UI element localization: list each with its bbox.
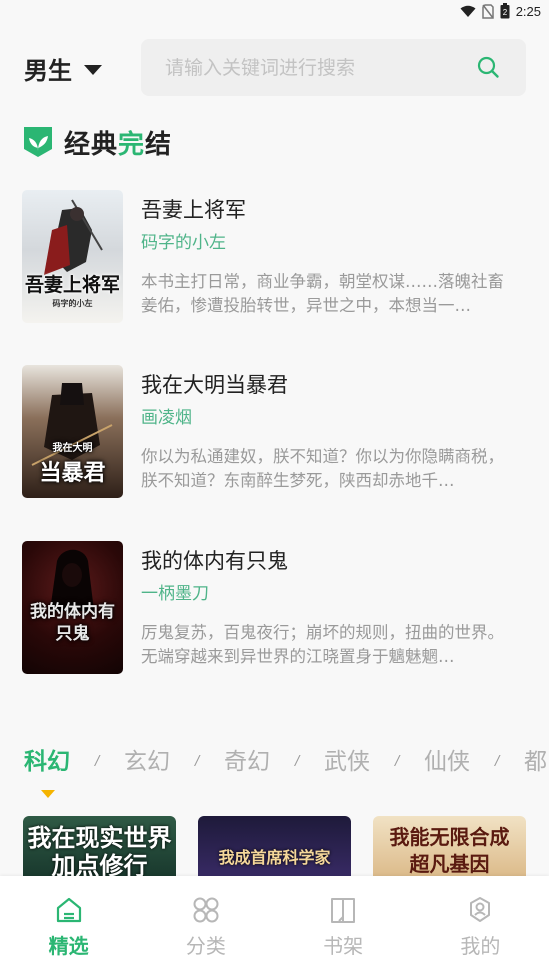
cover-title: 我的体内有只鬼 — [30, 602, 115, 644]
book-item[interactable]: 我的体内有只鬼 我的体内有只鬼 一柄墨刀 厉鬼复苏，百鬼夜行；崩坏的规则，扭曲的… — [22, 541, 527, 674]
book-item[interactable]: 我在大明 当暴君 我在大明当暴君 画凌烟 你以为私通建奴，朕不知道？你以为你隐瞒… — [22, 365, 527, 498]
book-cover[interactable]: 吾妻上将军 码字的小左 — [22, 190, 123, 323]
wifi-icon — [460, 5, 476, 17]
cover-title: 吾妻上将军 — [24, 274, 120, 296]
bookshelf-icon — [331, 898, 356, 923]
nav-item-bookshelf[interactable]: 书架 — [275, 876, 412, 976]
book-info: 我的体内有只鬼 一柄墨刀 厉鬼复苏，百鬼夜行；崩坏的规则，扭曲的世界。无端穿越来… — [141, 541, 527, 674]
book-info: 我在大明当暴君 画凌烟 你以为私通建奴，朕不知道？你以为你隐瞒商税，朕不知道？东… — [141, 365, 527, 498]
recommend-cover-title: 我在现实世界加点修行 — [27, 823, 172, 880]
chevron-down-icon — [84, 64, 102, 75]
active-tab-indicator — [41, 790, 55, 798]
tab-separator: / — [295, 754, 300, 769]
book-description: 你以为私通建奴，朕不知道？你以为你隐瞒商税，朕不知道？东南醉生梦死，陕西却赤地千… — [141, 447, 504, 490]
recommend-cover-title: 我成首席科学家 — [218, 848, 331, 867]
nav-item-profile[interactable]: 我的 — [412, 876, 549, 976]
tab-xuanhuan[interactable]: 玄幻 — [124, 742, 170, 776]
nav-label: 精选 — [48, 934, 89, 958]
book-author[interactable]: 一柄墨刀 — [141, 579, 209, 604]
section-title-text: 经典完结 — [64, 129, 173, 160]
tab-separator: / — [495, 754, 500, 769]
home-icon — [56, 897, 81, 923]
book-cover[interactable]: 我在大明 当暴君 — [22, 365, 123, 498]
nav-item-featured[interactable]: 精选 — [0, 876, 137, 976]
svg-text:2: 2 — [502, 8, 507, 17]
tab-urban[interactable]: 都 — [524, 742, 547, 776]
tab-scifi[interactable]: 科幻 — [24, 742, 70, 776]
book-description: 本书主打日常，商业争霸，朝堂权谋……落魄社畜姜佑，惨遭投胎转世，异世之中，本想当… — [141, 272, 504, 315]
bottom-navigation: 精选 分类 书架 我的 — [0, 876, 549, 976]
nav-label: 书架 — [323, 934, 364, 958]
category-grid-icon — [193, 897, 219, 923]
tab-wuxia[interactable]: 武侠 — [324, 742, 370, 776]
nav-label: 我的 — [460, 934, 501, 958]
book-cover[interactable]: 我的体内有只鬼 — [22, 541, 123, 674]
search-input[interactable] — [165, 56, 526, 79]
book-item[interactable]: 吾妻上将军 码字的小左 吾妻上将军 码字的小左 本书主打日常，商业争霸，朝堂权谋… — [22, 190, 527, 323]
no-sim-icon — [481, 3, 494, 19]
book-author[interactable]: 画凌烟 — [141, 403, 192, 428]
status-time: 2:25 — [515, 3, 541, 19]
status-icons: 2 2:25 — [460, 3, 541, 19]
search-icon[interactable] — [476, 55, 500, 79]
sprout-logo-icon — [24, 127, 52, 157]
profile-gear-icon — [470, 897, 491, 922]
book-description: 厉鬼复苏，百鬼夜行；崩坏的规则，扭曲的世界。无端穿越来到异世界的江晓置身于魑魅魍… — [141, 623, 504, 666]
tab-fantasy[interactable]: 奇幻 — [224, 742, 270, 776]
tab-xianxia[interactable]: 仙侠 — [424, 742, 470, 776]
gender-selector[interactable]: 男生 — [24, 48, 102, 88]
nav-label: 分类 — [185, 934, 226, 958]
book-author[interactable]: 码字的小左 — [141, 228, 226, 253]
search-box[interactable] — [141, 39, 526, 96]
book-title[interactable]: 我的体内有只鬼 — [141, 545, 288, 575]
tab-separator: / — [195, 754, 200, 769]
nav-item-category[interactable]: 分类 — [137, 876, 274, 976]
tab-separator: / — [395, 754, 400, 769]
cover-subtitle: 我在大明 — [52, 443, 93, 454]
battery-icon: 2 — [500, 3, 510, 19]
recommend-cover-title: 我能无限合成超凡基因 — [389, 825, 510, 876]
gender-label: 男生 — [24, 56, 72, 85]
book-info: 吾妻上将军 码字的小左 本书主打日常，商业争霸，朝堂权谋……落魄社畜姜佑，惨遭投… — [141, 190, 527, 323]
book-title[interactable]: 我在大明当暴君 — [141, 369, 288, 399]
section-title: 经典完结 — [22, 124, 172, 160]
book-title[interactable]: 吾妻上将军 — [141, 194, 246, 224]
tab-separator: / — [95, 754, 100, 769]
cover-title: 当暴君 — [39, 460, 106, 486]
status-bar: 2 2:25 — [0, 0, 549, 24]
cover-author: 码字的小左 — [52, 298, 93, 308]
category-tabs: 科幻 / 玄幻 / 奇幻 / 武侠 / 仙侠 / 都 — [0, 742, 549, 782]
